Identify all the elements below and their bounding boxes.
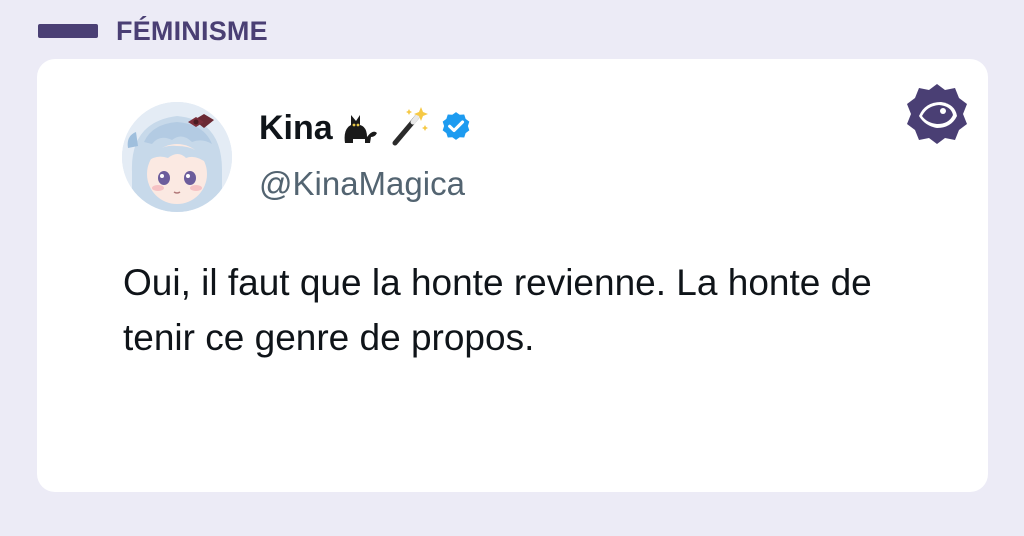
category-header: FÉMINISME (38, 14, 268, 48)
tweet-author[interactable]: Kina (259, 105, 473, 151)
eye-logo-icon (905, 82, 969, 146)
black-cat-icon (337, 103, 383, 154)
tweet-card: Kina @KinaMagica Oui, il faut que la hon… (37, 59, 988, 492)
display-name[interactable]: Kina (259, 109, 333, 148)
tweet-text: Oui, il faut que la honte revienne. La h… (123, 262, 872, 358)
verified-badge-icon (439, 109, 473, 148)
magic-wand-icon (387, 103, 431, 154)
user-handle[interactable]: @KinaMagica (259, 165, 465, 203)
avatar[interactable] (122, 102, 232, 212)
category-label: FÉMINISME (116, 15, 268, 46)
category-bar (38, 24, 98, 38)
